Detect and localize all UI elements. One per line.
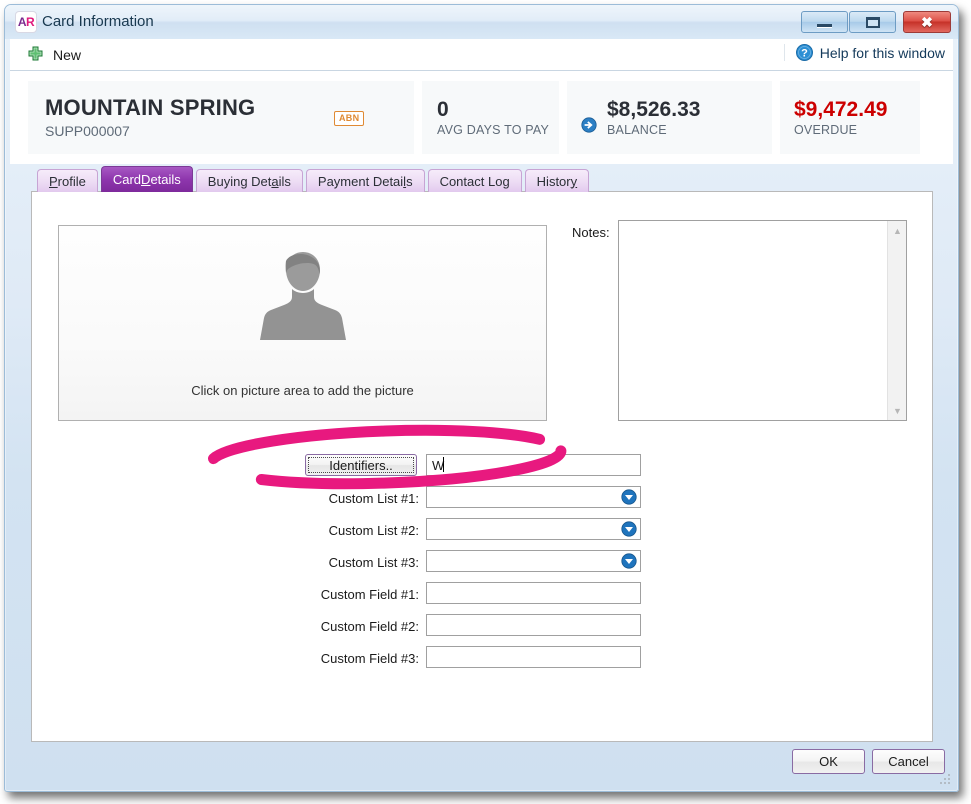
picture-area[interactable]: Click on picture area to add the picture xyxy=(58,225,547,421)
custom-field-3-input[interactable] xyxy=(426,646,641,668)
new-button-label: New xyxy=(53,47,81,63)
custom-field-1-input[interactable] xyxy=(426,582,641,604)
overdue-label: OVERDUE xyxy=(794,123,887,137)
dialog-footer: OK Cancel xyxy=(10,740,953,786)
tab-history[interactable]: History xyxy=(525,169,589,192)
custom-field-3-row: Custom Field #3: xyxy=(32,646,932,678)
resize-grip[interactable] xyxy=(938,772,950,784)
summary-card-identity: MOUNTAIN SPRING SUPP000007 ABN xyxy=(28,81,414,154)
tab-card-details-post: etails xyxy=(150,172,180,187)
identifiers-row: Identifiers.. xyxy=(32,454,932,486)
maximize-icon xyxy=(866,17,880,28)
minimize-icon xyxy=(817,24,832,28)
tab-profile[interactable]: Profile xyxy=(37,169,98,192)
scroll-up-icon[interactable]: ▲ xyxy=(888,221,907,240)
identifiers-button[interactable]: Identifiers.. xyxy=(305,454,417,476)
tab-buying-details-post: ils xyxy=(279,174,291,189)
card-information-window: AR Card Information ✖ New xyxy=(4,4,959,792)
identifiers-button-label: Identifiers.. xyxy=(329,458,393,473)
tab-buying-details[interactable]: Buying Details xyxy=(196,169,303,192)
tab-payment-details-pre: Payment Detai xyxy=(318,174,403,189)
chevron-down-icon[interactable] xyxy=(621,489,637,505)
custom-list-1-label: Custom List #1: xyxy=(329,491,419,506)
card-tabs: Profile Card Details Buying Details Paym… xyxy=(37,168,589,192)
tab-buying-details-pre: Buying Det xyxy=(208,174,272,189)
tab-card-details-pre: Card xyxy=(113,172,141,187)
help-link-label: Help for this window xyxy=(820,45,945,61)
tab-history-pre: Histor xyxy=(537,174,571,189)
custom-fields-form: Identifiers.. Custom List #1: xyxy=(32,454,932,678)
tab-payment-details[interactable]: Payment Details xyxy=(306,169,425,192)
app-logo-letter-a: A xyxy=(18,15,26,29)
summary-overdue: $9,472.49 OVERDUE xyxy=(780,81,920,154)
summary-avg-days-to-pay: 0 AVG DAYS TO PAY xyxy=(422,81,559,154)
chevron-down-icon[interactable] xyxy=(621,521,637,537)
tab-contact-log-accel: g xyxy=(502,174,509,189)
new-button[interactable]: New xyxy=(21,42,87,67)
avg-days-label: AVG DAYS TO PAY xyxy=(437,123,549,137)
arrow-right-circle-icon xyxy=(581,117,597,133)
custom-list-1-combo[interactable] xyxy=(426,486,641,508)
custom-field-2-label: Custom Field #2: xyxy=(321,619,419,634)
tab-contact-log-pre: Contact Lo xyxy=(440,174,503,189)
picture-hint-text: Click on picture area to add the picture xyxy=(59,383,546,398)
notes-scrollbar[interactable]: ▲ ▼ xyxy=(887,221,906,420)
close-icon: ✖ xyxy=(904,12,950,32)
identifiers-input[interactable] xyxy=(426,454,641,476)
cancel-button[interactable]: Cancel xyxy=(872,749,945,774)
tab-buying-details-accel: a xyxy=(271,174,278,189)
custom-list-2-label: Custom List #2: xyxy=(329,523,419,538)
maximize-button[interactable] xyxy=(849,11,896,33)
card-summary-header: MOUNTAIN SPRING SUPP000007 ABN 0 AVG DAY… xyxy=(10,71,953,164)
window-toolbar: New ? Help for this window xyxy=(10,39,953,71)
person-placeholder-icon xyxy=(255,246,351,341)
tab-profile-post: rofile xyxy=(58,174,86,189)
ok-button[interactable]: OK xyxy=(792,749,865,774)
custom-list-3-label: Custom List #3: xyxy=(329,555,419,570)
custom-list-3-combo[interactable] xyxy=(426,550,641,572)
balance-label: BALANCE xyxy=(607,123,700,137)
custom-field-1-label: Custom Field #1: xyxy=(321,587,419,602)
app-logo-icon: AR xyxy=(16,12,36,32)
custom-list-2-combo[interactable] xyxy=(426,518,641,540)
help-icon: ? xyxy=(796,44,813,61)
overdue-value: $9,472.49 xyxy=(794,98,887,121)
tab-history-accel: y xyxy=(571,174,578,189)
window-title: Card Information xyxy=(42,13,154,30)
notes-label: Notes: xyxy=(572,225,610,240)
window-title-bar: AR Card Information ✖ xyxy=(5,5,958,39)
notes-input[interactable] xyxy=(619,221,887,420)
custom-field-1-row: Custom Field #1: xyxy=(32,582,932,614)
custom-field-3-label: Custom Field #3: xyxy=(321,651,419,666)
tab-payment-details-post: s xyxy=(406,174,413,189)
abn-badge: ABN xyxy=(334,111,364,126)
avg-days-value: 0 xyxy=(437,98,549,121)
summary-balance: $8,526.33 BALANCE xyxy=(567,81,772,154)
card-id: SUPP000007 xyxy=(45,123,255,139)
tab-contact-log[interactable]: Contact Log xyxy=(428,169,522,192)
card-name: MOUNTAIN SPRING xyxy=(45,96,255,119)
balance-value: $8,526.33 xyxy=(607,98,700,121)
minimize-button[interactable] xyxy=(801,11,848,33)
tab-profile-accel: P xyxy=(49,174,58,189)
tab-card-details-accel: D xyxy=(141,172,150,187)
app-logo-letter-r: R xyxy=(26,15,34,29)
chevron-down-icon[interactable] xyxy=(621,553,637,569)
close-button[interactable]: ✖ xyxy=(903,11,951,33)
help-for-this-window-link[interactable]: ? Help for this window xyxy=(784,44,945,61)
svg-text:?: ? xyxy=(801,48,808,60)
tab-card-details[interactable]: Card Details xyxy=(101,166,193,192)
custom-list-1-row: Custom List #1: xyxy=(32,486,932,518)
text-caret xyxy=(443,457,444,472)
screenshot-root: AR Card Information ✖ New xyxy=(0,0,971,804)
custom-field-2-input[interactable] xyxy=(426,614,641,636)
plus-icon xyxy=(27,46,44,63)
custom-list-3-row: Custom List #3: xyxy=(32,550,932,582)
notes-box: ▲ ▼ xyxy=(618,220,907,421)
card-details-panel: Click on picture area to add the picture… xyxy=(31,191,933,742)
custom-list-2-row: Custom List #2: xyxy=(32,518,932,550)
scroll-down-icon[interactable]: ▼ xyxy=(888,401,907,420)
custom-field-2-row: Custom Field #2: xyxy=(32,614,932,646)
